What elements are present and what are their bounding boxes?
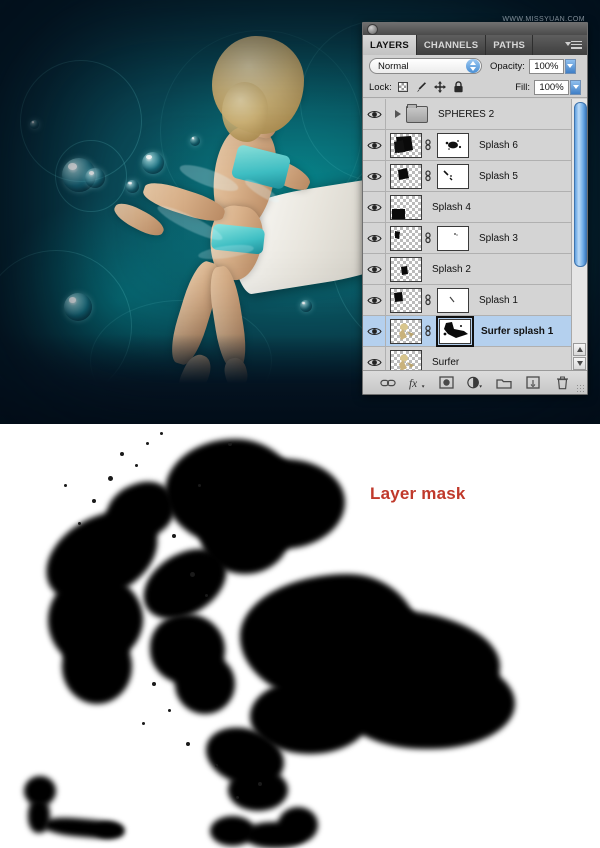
svg-text:fx: fx: [409, 377, 417, 389]
eye-icon: [366, 265, 382, 273]
group-expand-triangle-icon[interactable]: [392, 110, 404, 118]
link-mask-icon[interactable]: [422, 232, 433, 244]
visibility-toggle[interactable]: [363, 160, 386, 192]
layer-list[interactable]: SPHERES 2 Splash 6 Splash 5 Splash 4 Spl…: [363, 99, 587, 370]
link-mask-icon[interactable]: [422, 294, 433, 306]
layer-row-surfer[interactable]: Surfer: [363, 346, 587, 370]
opacity-label: Opacity:: [490, 60, 525, 72]
layer-mask-thumbnail-active[interactable]: [436, 315, 474, 347]
eye-icon: [366, 172, 382, 180]
eye-icon: [366, 141, 382, 149]
eye-icon: [366, 296, 382, 304]
fill-dropdown-button[interactable]: [570, 79, 581, 95]
layer-mask-preview: [0, 424, 600, 848]
layer-mask-thumbnail[interactable]: [437, 132, 469, 158]
lock-position-move-icon[interactable]: [433, 81, 446, 93]
lock-all-icon[interactable]: [453, 81, 464, 93]
link-mask-icon[interactable]: [422, 170, 433, 182]
visibility-toggle[interactable]: [363, 284, 386, 316]
blend-mode-select[interactable]: Normal: [369, 58, 482, 74]
fill-input[interactable]: 100%: [534, 79, 569, 95]
add-layer-mask-icon[interactable]: [438, 375, 454, 391]
visibility-toggle[interactable]: [363, 99, 386, 130]
eye-icon: [366, 203, 382, 211]
layer-name[interactable]: SPHERES 2: [438, 109, 494, 120]
layer-thumbnail[interactable]: [390, 318, 422, 344]
layer-name[interactable]: Splash 1: [479, 295, 518, 306]
link-mask-icon[interactable]: [422, 139, 433, 151]
layer-thumbnail[interactable]: [390, 287, 422, 313]
fill-label: Fill:: [515, 81, 530, 93]
layer-name[interactable]: Surfer splash 1: [481, 326, 553, 337]
group-folder-icon: [406, 103, 428, 123]
layer-row-splash-6[interactable]: Splash 6: [363, 129, 587, 161]
blend-mode-value: Normal: [378, 60, 409, 72]
delete-layer-trash-icon[interactable]: [554, 375, 570, 391]
layers-panel[interactable]: WWW.MISSYUAN.COM LAYERS CHANNELS PATHS N…: [362, 16, 588, 395]
layer-thumbnail[interactable]: [390, 194, 422, 220]
tab-paths[interactable]: PATHS: [486, 35, 534, 55]
new-layer-icon[interactable]: [525, 375, 541, 391]
visibility-toggle[interactable]: [363, 222, 386, 254]
eye-icon: [366, 110, 382, 118]
layer-row-surfer-splash-1[interactable]: Surfer splash 1: [363, 315, 587, 347]
visibility-toggle[interactable]: [363, 191, 386, 223]
layer-mask-thumbnail[interactable]: [437, 163, 469, 189]
layer-name[interactable]: Splash 4: [432, 202, 471, 213]
layer-row-splash-5[interactable]: Splash 5: [363, 160, 587, 192]
scroll-down-button[interactable]: [573, 357, 586, 370]
layer-thumbnail[interactable]: [390, 163, 422, 189]
layer-thumbnail[interactable]: [390, 132, 422, 158]
layers-panel-toolbar[interactable]: fx: [363, 370, 587, 394]
layer-list-scrollbar[interactable]: [571, 99, 587, 370]
layer-styles-fx-icon[interactable]: fx: [409, 375, 425, 391]
new-group-folder-icon[interactable]: [496, 375, 512, 391]
layer-name[interactable]: Splash 6: [479, 140, 518, 151]
link-mask-icon[interactable]: [422, 325, 433, 337]
layer-row-splash-4[interactable]: Splash 4: [363, 191, 587, 223]
eye-icon: [366, 327, 382, 335]
blend-mode-row[interactable]: Normal Opacity: 100%: [363, 55, 587, 77]
visibility-toggle[interactable]: [363, 346, 386, 370]
layer-mask-thumbnail[interactable]: [437, 287, 469, 313]
eye-icon: [366, 358, 382, 366]
blend-mode-stepper-icon[interactable]: [466, 59, 480, 73]
lock-transparency-icon[interactable]: [397, 82, 408, 92]
layer-mask-label: Layer mask: [370, 484, 466, 503]
eye-icon: [366, 234, 382, 242]
tab-channels[interactable]: CHANNELS: [417, 35, 487, 55]
layer-row-splash-3[interactable]: Splash 3: [363, 222, 587, 254]
tab-layers[interactable]: LAYERS: [363, 35, 417, 55]
visibility-toggle[interactable]: [363, 129, 386, 161]
lock-image-brush-icon[interactable]: [415, 81, 427, 93]
layer-name[interactable]: Surfer: [432, 357, 459, 368]
panel-menu-icon: [565, 40, 582, 50]
layer-name[interactable]: Splash 3: [479, 233, 518, 244]
panel-collapse-button[interactable]: [367, 24, 378, 35]
layer-name[interactable]: Splash 5: [479, 171, 518, 182]
layer-row-splash-1[interactable]: Splash 1: [363, 284, 587, 316]
layer-thumbnail[interactable]: [390, 225, 422, 251]
resize-grip[interactable]: [576, 384, 584, 392]
layer-row-spheres-2[interactable]: SPHERES 2: [363, 99, 587, 130]
lock-row[interactable]: Lock: Fill: 100%: [363, 77, 587, 98]
layer-thumbnail[interactable]: [390, 349, 422, 370]
scrollbar-thumb[interactable]: [574, 102, 587, 267]
lock-label: Lock:: [369, 81, 392, 93]
adjustment-layer-icon[interactable]: [467, 375, 483, 391]
panel-tabbar[interactable]: LAYERS CHANNELS PATHS: [363, 35, 587, 55]
layer-mask-thumbnail[interactable]: [437, 225, 469, 251]
scroll-up-button[interactable]: [573, 343, 586, 356]
opacity-input[interactable]: 100%: [528, 58, 564, 74]
layer-row-splash-2[interactable]: Splash 2: [363, 253, 587, 285]
opacity-dropdown-button[interactable]: [564, 58, 576, 74]
layer-name[interactable]: Splash 2: [432, 264, 471, 275]
layer-thumbnail[interactable]: [390, 256, 422, 282]
visibility-toggle[interactable]: [363, 315, 386, 347]
link-layers-icon[interactable]: [380, 375, 396, 391]
panel-menu-button[interactable]: [564, 35, 587, 55]
watermark-text: WWW.MISSYUAN.COM: [502, 16, 585, 23]
visibility-toggle[interactable]: [363, 253, 386, 285]
